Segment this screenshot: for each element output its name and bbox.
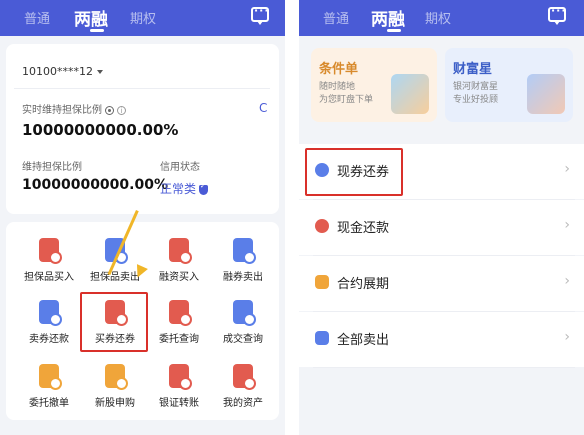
top-bar: 普通 两融 期权 [299,0,584,36]
realtime-ratio-value: 10000000000.00% [22,121,179,139]
sell-all-icon [315,331,329,345]
tab-normal[interactable]: 普通 [24,8,50,27]
account-number: 10100****12 [22,65,93,78]
banner-wealth-star[interactable]: 财富星 银河财富星 专业好投顾 [445,48,573,122]
list-item-label: 现金还款 [337,221,390,236]
grid-label: 委托查询 [159,334,199,345]
grid-label: 担保品买入 [24,272,74,283]
chart-illustration-icon [391,74,429,114]
chat-icon[interactable] [548,4,567,25]
realtime-ratio-label: 实时维持担保比例 [22,105,102,116]
divider [313,367,575,368]
tab-margin[interactable]: 两融 [371,5,405,30]
account-selector[interactable]: 10100****12 [22,65,103,78]
grid-label: 我的资产 [223,398,263,409]
refresh-icon[interactable]: C [259,101,267,115]
grid-label: 融券卖出 [223,272,263,283]
credit-status-label: 信用状态 [160,162,200,173]
contract-extend-icon [315,275,329,289]
credit-status: 正常类 [160,180,209,197]
eye-icon[interactable] [105,105,114,115]
grid-item-margin-buy[interactable]: 融资买入 [146,238,212,283]
chevron-right-icon: › [564,161,570,177]
grid-item-bank-transfer[interactable]: 银证转账 [146,364,212,409]
banner-conditional-order[interactable]: 条件单 随时随地 为您盯盘下单 [311,48,437,122]
shield-check-icon [199,182,209,195]
tab-indicator [387,29,401,32]
list-item-sell-all[interactable]: 全部卖出 › [299,312,584,367]
tab-indicator [90,29,104,32]
order-query-icon [169,300,192,326]
tab-margin[interactable]: 两融 [74,5,108,30]
grid-item-my-assets[interactable]: 我的资产 [210,364,276,409]
grid-label: 融资买入 [159,272,199,283]
ipo-subscribe-icon [105,364,128,390]
margin-buy-icon [169,238,192,264]
divider [14,88,270,89]
grid-item-cancel-order[interactable]: 委托撤单 [16,364,82,409]
cash-repay-icon [315,219,329,233]
grid-label: 新股申购 [95,398,135,409]
list-item-contract-extend[interactable]: 合约展期 › [299,256,584,311]
list-item-label: 合约展期 [337,277,390,292]
grid-item-sell-repay[interactable]: 卖券还款 [16,300,82,345]
tab-options[interactable]: 期权 [130,8,156,27]
ratio-value: 10000000000.00% [22,177,168,193]
left-screen: 普通 两融 期权 10100****12 实时维持担保比例 i C 1000000… [0,0,285,435]
highlight-box [80,292,148,352]
grid-label: 成交查询 [223,334,263,345]
top-bar: 普通 两融 期权 [0,0,285,36]
list-item-cash-repay[interactable]: 现金还款 › [299,200,584,255]
right-screen: 普通 两融 期权 条件单 随时随地 为您盯盘下单 财富星 银河财富星 专业好投顾… [299,0,584,435]
tab-normal[interactable]: 普通 [323,8,349,27]
chat-icon[interactable] [251,4,270,25]
chevron-down-icon [97,70,103,74]
grid-item-ipo-subscribe[interactable]: 新股申购 [82,364,148,409]
credit-status-value: 正常类 [160,182,197,196]
grid-label: 银证转账 [159,398,199,409]
short-sell-icon [233,238,256,264]
trade-query-icon [233,300,256,326]
collateral-buy-icon [39,238,62,264]
grid-item-collateral-buy[interactable]: 担保品买入 [16,238,82,283]
chevron-right-icon: › [564,273,570,289]
highlight-box [305,148,403,196]
list-item-label: 全部卖出 [337,333,390,348]
grid-label: 卖券还款 [29,334,69,345]
chevron-right-icon: › [564,329,570,345]
ratio-label: 维持担保比例 [22,162,82,173]
grid-item-trade-query[interactable]: 成交查询 [210,300,276,345]
cancel-order-icon [39,364,62,390]
info-icon[interactable]: i [117,105,126,115]
realtime-ratio-label-row: 实时维持担保比例 i [22,101,126,116]
grid-item-order-query[interactable]: 委托查询 [146,300,212,345]
bank-transfer-icon [169,364,192,390]
grid-label: 委托撤单 [29,398,69,409]
sell-repay-icon [39,300,62,326]
chevron-right-icon: › [564,217,570,233]
advisor-illustration-icon [527,74,565,114]
tab-options[interactable]: 期权 [425,8,451,27]
grid-item-short-sell[interactable]: 融券卖出 [210,238,276,283]
my-assets-icon [233,364,256,390]
